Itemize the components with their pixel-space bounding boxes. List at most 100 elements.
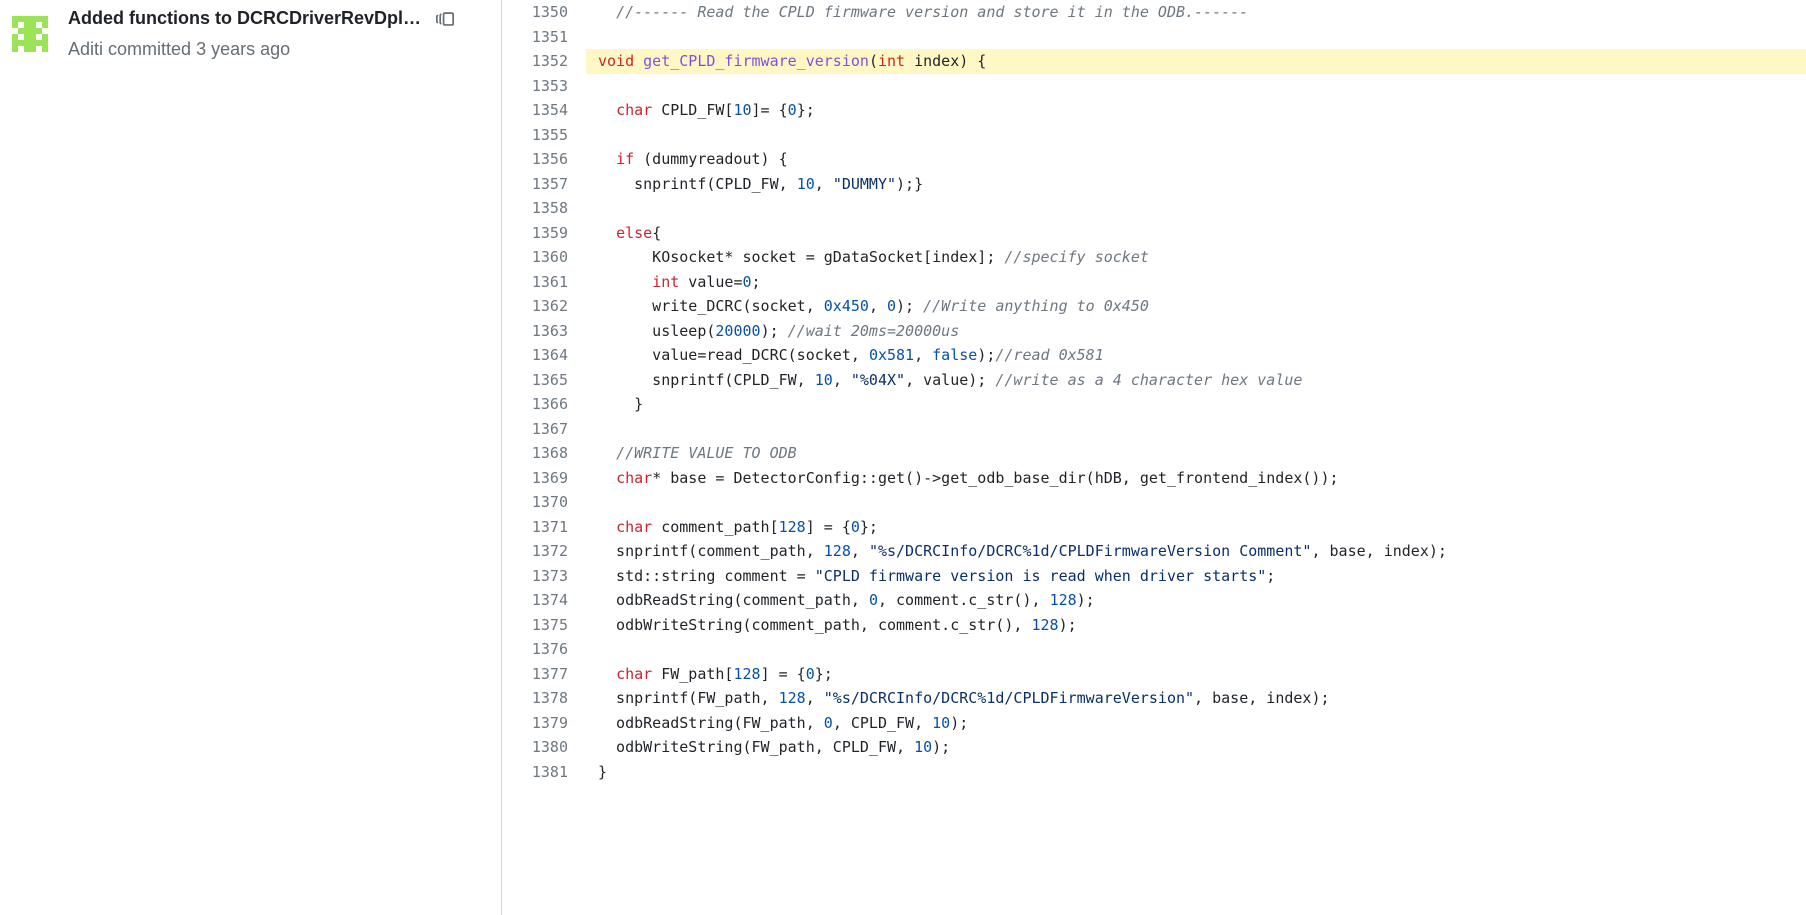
line-source[interactable]: odbReadString(FW_path, 0, CPLD_FW, 10); [586, 711, 1806, 736]
line-source[interactable]: KOsocket* socket = gDataSocket[index]; /… [586, 245, 1806, 270]
line-number[interactable]: 1372 [502, 539, 586, 564]
line-number[interactable]: 1356 [502, 147, 586, 172]
line-source[interactable] [586, 417, 1806, 442]
line-source[interactable] [586, 196, 1806, 221]
line-number[interactable]: 1381 [502, 760, 586, 785]
code-line: 1372 snprintf(comment_path, 128, "%s/DCR… [502, 539, 1806, 564]
line-source[interactable] [586, 490, 1806, 515]
line-number[interactable]: 1351 [502, 25, 586, 50]
line-number[interactable]: 1368 [502, 441, 586, 466]
line-source[interactable]: snprintf(CPLD_FW, 10, "DUMMY");} [586, 172, 1806, 197]
line-source[interactable]: char comment_path[128] = {0}; [586, 515, 1806, 540]
line-number[interactable]: 1350 [502, 0, 586, 25]
line-source[interactable]: if (dummyreadout) { [586, 147, 1806, 172]
code-line: 1369 char* base = DetectorConfig::get()-… [502, 466, 1806, 491]
line-source[interactable]: //WRITE VALUE TO ODB [586, 441, 1806, 466]
line-source[interactable]: else{ [586, 221, 1806, 246]
line-source[interactable] [586, 637, 1806, 662]
code-line: 1364 value=read_DCRC(socket, 0x581, fals… [502, 343, 1806, 368]
line-source[interactable]: value=read_DCRC(socket, 0x581, false);//… [586, 343, 1806, 368]
line-number[interactable]: 1376 [502, 637, 586, 662]
code-line: 1366 } [502, 392, 1806, 417]
identicon-icon [6, 10, 54, 58]
line-source[interactable]: odbWriteString(comment_path, comment.c_s… [586, 613, 1806, 638]
line-number[interactable]: 1378 [502, 686, 586, 711]
code-line: 1352void get_CPLD_firmware_version(int i… [502, 49, 1806, 74]
line-source[interactable]: snprintf(CPLD_FW, 10, "%04X", value); //… [586, 368, 1806, 393]
code-pane[interactable]: 1350 //------ Read the CPLD firmware ver… [502, 0, 1806, 915]
line-source[interactable]: char FW_path[128] = {0}; [586, 662, 1806, 687]
line-number[interactable]: 1355 [502, 123, 586, 148]
code-line: 1351 [502, 25, 1806, 50]
code-line: 1360 KOsocket* socket = gDataSocket[inde… [502, 245, 1806, 270]
line-source[interactable]: int value=0; [586, 270, 1806, 295]
code-line: 1365 snprintf(CPLD_FW, 10, "%04X", value… [502, 368, 1806, 393]
line-source[interactable]: void get_CPLD_firmware_version(int index… [586, 49, 1806, 74]
line-number[interactable]: 1358 [502, 196, 586, 221]
line-number[interactable]: 1370 [502, 490, 586, 515]
code-line: 1378 snprintf(FW_path, 128, "%s/DCRCInfo… [502, 686, 1806, 711]
line-number[interactable]: 1369 [502, 466, 586, 491]
commit-author[interactable]: Aditi [68, 39, 103, 59]
line-number[interactable]: 1374 [502, 588, 586, 613]
commit-title-row: Added functions to DCRCDriverRevDplus... [68, 6, 489, 31]
line-source[interactable]: std::string comment = "CPLD firmware ver… [586, 564, 1806, 589]
line-source[interactable]: odbWriteString(FW_path, CPLD_FW, 10); [586, 735, 1806, 760]
line-number[interactable]: 1352 [502, 49, 586, 74]
line-number[interactable]: 1379 [502, 711, 586, 736]
blame-sidebar: Added functions to DCRCDriverRevDplus...… [0, 0, 502, 915]
line-source[interactable]: usleep(20000); //wait 20ms=20000us [586, 319, 1806, 344]
line-number[interactable]: 1364 [502, 343, 586, 368]
code-line: 1375 odbWriteString(comment_path, commen… [502, 613, 1806, 638]
line-source[interactable]: //------ Read the CPLD firmware version … [586, 0, 1806, 25]
code-line: 1357 snprintf(CPLD_FW, 10, "DUMMY");} [502, 172, 1806, 197]
line-number[interactable]: 1361 [502, 270, 586, 295]
line-number[interactable]: 1360 [502, 245, 586, 270]
line-source[interactable]: odbReadString(comment_path, 0, comment.c… [586, 588, 1806, 613]
line-source[interactable] [586, 25, 1806, 50]
line-source[interactable]: } [586, 760, 1806, 785]
line-number[interactable]: 1380 [502, 735, 586, 760]
code-line: 1376 [502, 637, 1806, 662]
line-number[interactable]: 1367 [502, 417, 586, 442]
commit-title[interactable]: Added functions to DCRCDriverRevDplus... [68, 6, 428, 31]
line-source[interactable]: snprintf(FW_path, 128, "%s/DCRCInfo/DCRC… [586, 686, 1806, 711]
code-line: 1373 std::string comment = "CPLD firmwar… [502, 564, 1806, 589]
line-source[interactable]: char CPLD_FW[10]= {0}; [586, 98, 1806, 123]
avatar[interactable] [6, 10, 54, 58]
code-line: 1356 if (dummyreadout) { [502, 147, 1806, 172]
code-line: 1371 char comment_path[128] = {0}; [502, 515, 1806, 540]
line-source[interactable]: snprintf(comment_path, 128, "%s/DCRCInfo… [586, 539, 1806, 564]
line-source[interactable]: write_DCRC(socket, 0x450, 0); //Write an… [586, 294, 1806, 319]
line-number[interactable]: 1377 [502, 662, 586, 687]
line-number[interactable]: 1371 [502, 515, 586, 540]
line-number[interactable]: 1354 [502, 98, 586, 123]
line-source[interactable]: } [586, 392, 1806, 417]
line-number[interactable]: 1362 [502, 294, 586, 319]
commit-body: Added functions to DCRCDriverRevDplus...… [68, 6, 489, 62]
line-number[interactable]: 1357 [502, 172, 586, 197]
line-number[interactable]: 1375 [502, 613, 586, 638]
line-number[interactable]: 1365 [502, 368, 586, 393]
code-line: 1381} [502, 760, 1806, 785]
line-number[interactable]: 1373 [502, 564, 586, 589]
line-number[interactable]: 1366 [502, 392, 586, 417]
line-number[interactable]: 1353 [502, 74, 586, 99]
line-number[interactable]: 1359 [502, 221, 586, 246]
code-line: 1358 [502, 196, 1806, 221]
code-line: 1362 write_DCRC(socket, 0x450, 0); //Wri… [502, 294, 1806, 319]
line-number[interactable]: 1363 [502, 319, 586, 344]
commit-time: 3 years ago [196, 39, 290, 59]
line-source[interactable] [586, 123, 1806, 148]
committed-label: committed [108, 39, 191, 59]
line-source[interactable] [586, 74, 1806, 99]
commit-info[interactable]: Added functions to DCRCDriverRevDplus...… [6, 6, 489, 62]
line-source[interactable]: char* base = DetectorConfig::get()->get_… [586, 466, 1806, 491]
code-line: 1353 [502, 74, 1806, 99]
code-line: 1350 //------ Read the CPLD firmware ver… [502, 0, 1806, 25]
app-root: Added functions to DCRCDriverRevDplus...… [0, 0, 1806, 915]
code-line: 1374 odbReadString(comment_path, 0, comm… [502, 588, 1806, 613]
versions-icon[interactable] [436, 10, 454, 28]
code-line: 1367 [502, 417, 1806, 442]
code-line: 1355 [502, 123, 1806, 148]
